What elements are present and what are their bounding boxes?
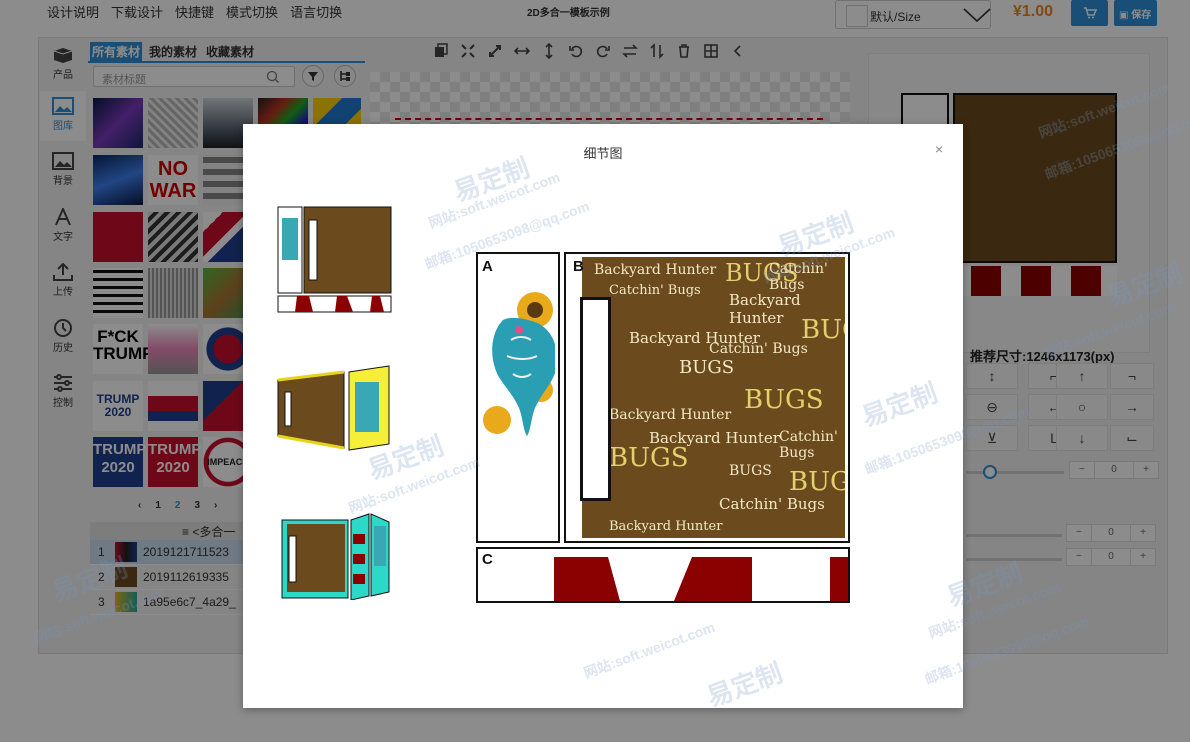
stripe-artwork [554,557,848,601]
part-label-a: A [482,258,493,275]
detail-part-c: C [476,547,850,603]
artwork-phrase: BUGS [609,443,689,473]
box-view-thumbnail[interactable] [277,362,395,454]
elephant-artwork [483,292,555,436]
artwork-phrase: BUGS [679,357,735,378]
detail-modal: 细节图 × A Backyard Hunter BUGS Catchin' Bu… [243,124,963,708]
part-label-b: B [573,258,584,275]
open-box-view-thumbnail[interactable] [281,512,393,600]
artwork-phrase: Backyard Hunter [609,519,723,534]
artwork-phrase: Backyard Hunter [609,407,732,423]
part-b-window [580,297,611,501]
modal-title: 细节图 [583,146,623,161]
backyard-hunter-artwork: Backyard Hunter BUGS Catchin' Bugs Backy… [569,257,845,538]
flat-view-thumbnail[interactable] [277,206,393,314]
artwork-phrase: Catchin' Bugs [779,429,838,461]
artwork-phrase: Backyard Hunter [594,262,717,278]
detail-part-a: A [476,252,560,543]
artwork-phrase: Catchin' Bugs [709,341,808,357]
artwork-phrase: Catchin' Bugs [609,283,701,298]
artwork-phrase: BUGS [729,463,772,479]
artwork-phrase: BUGS [744,385,824,415]
detail-part-b: Backyard Hunter BUGS Catchin' Bugs Backy… [564,252,850,543]
artwork-phrase: Catchin' Bugs [769,261,828,293]
artwork-phrase: BUGS [789,467,845,497]
close-icon[interactable]: × [935,141,943,157]
part-label-c: C [482,551,493,568]
artwork-phrase: Catchin' Bugs [719,495,825,513]
